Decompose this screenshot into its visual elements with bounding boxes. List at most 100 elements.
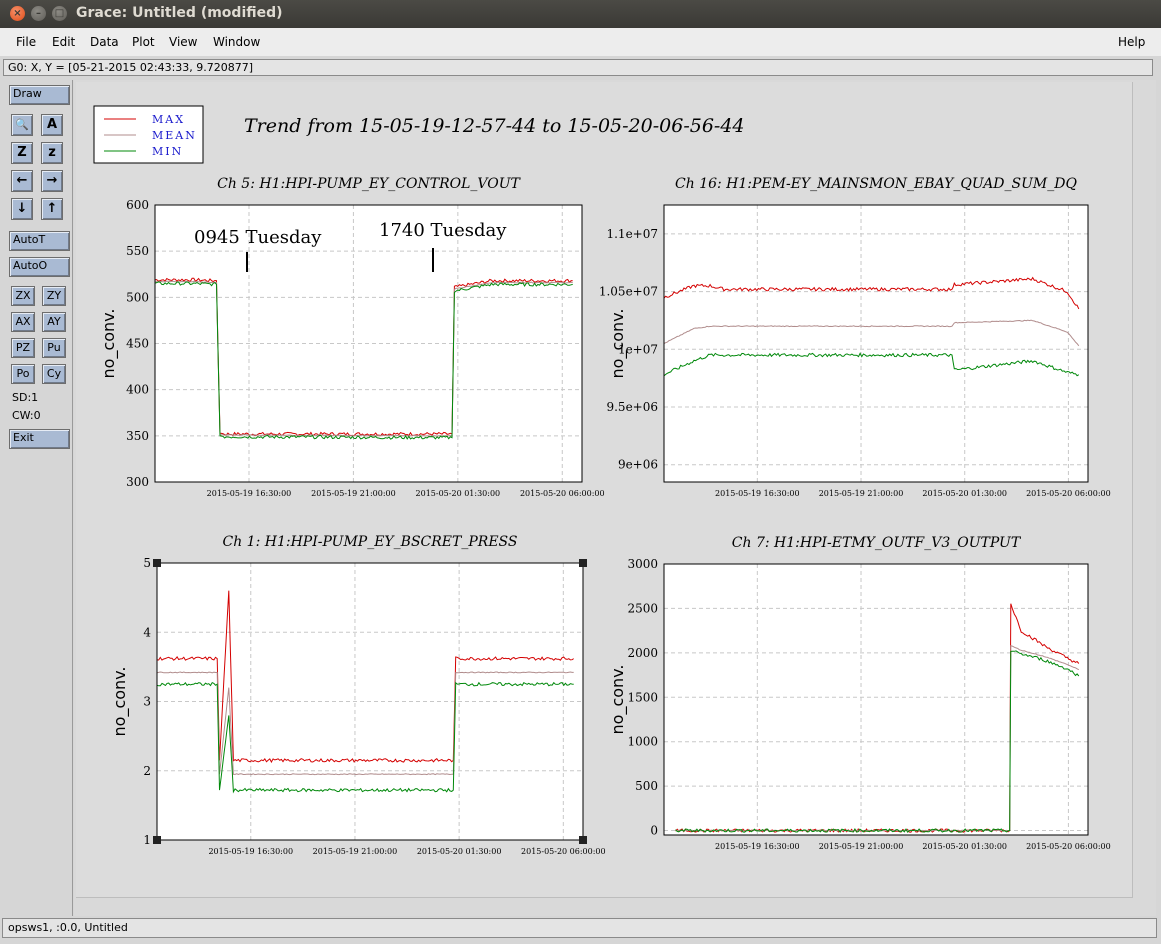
legend-label-min: MIN (152, 145, 183, 158)
arrow-down-icon: ↓ (16, 201, 28, 216)
chart-title: Ch 7: H1:HPI-ETMY_OUTF_V3_OUTPUT (732, 535, 1022, 551)
x-tick-label: 2015-05-19 21:00:00 (819, 842, 904, 851)
locator-status: G0: X, Y = [05-21-2015 02:43:33, 9.72087… (3, 59, 1153, 76)
legend: MAX MEAN MIN (93, 105, 204, 164)
pu-button[interactable]: Pu (42, 338, 66, 358)
x-tick-label: 2015-05-19 21:00:00 (819, 489, 904, 498)
menu-data[interactable]: Data (90, 35, 119, 49)
selection-handle[interactable] (579, 836, 587, 844)
x-tick-label: 2015-05-20 01:30:00 (922, 842, 1007, 851)
minimize-window-button[interactable]: – (31, 6, 46, 21)
x-tick-label: 2015-05-20 06:00:00 (1026, 489, 1111, 498)
menu-plot[interactable]: Plot (132, 35, 155, 49)
cy-button[interactable]: Cy (42, 364, 66, 384)
zoom-button[interactable]: 🔍 (11, 114, 33, 136)
zoom-in-icon: Z (17, 145, 27, 160)
selection-handle[interactable] (153, 836, 161, 844)
x-tick-label: 2015-05-19 16:30:00 (715, 489, 800, 498)
chart-4[interactable]: 0 500 1000 1500 2000 2500 3000 2015-05-19 16:30… (608, 535, 1111, 851)
y-tick-label: 500 (126, 290, 149, 304)
autot-button[interactable]: AutoT (9, 231, 70, 251)
autoo-button[interactable]: AutoO (9, 257, 70, 277)
legend-label-mean: MEAN (152, 129, 197, 142)
chart-title: Ch 1: H1:HPI-PUMP_EY_BSCRET_PRESS (223, 534, 518, 550)
plot-canvas[interactable]: MAX MEAN MIN Trend from 15-05-19-12-57-4… (76, 82, 1133, 898)
zoom-out-button[interactable]: z (41, 142, 63, 164)
scroll-left-button[interactable]: ← (11, 170, 33, 192)
menu-file[interactable]: File (16, 35, 36, 49)
y-tick-label: 400 (126, 383, 149, 397)
chart-background (664, 205, 1088, 482)
scroll-down-button[interactable]: ↓ (11, 198, 33, 220)
autoscale-text-icon: A (46, 117, 58, 132)
menu-window[interactable]: Window (213, 35, 260, 49)
arrow-right-icon: → (46, 173, 58, 188)
scroll-up-button[interactable]: ↑ (41, 198, 63, 220)
selection-handle[interactable] (153, 559, 161, 567)
draw-button[interactable]: Draw (9, 85, 70, 105)
scroll-right-button[interactable]: → (41, 170, 63, 192)
chart-background (664, 564, 1088, 835)
cw-indicator: CW:0 (12, 409, 41, 422)
maximize-icon: □ (54, 8, 65, 19)
y-axis-label: no_conv. (608, 309, 628, 379)
y-tick-label: 5 (143, 556, 151, 570)
window-status: opsws1, :0.0, Untitled (2, 918, 1157, 938)
selection-handle[interactable] (579, 559, 587, 567)
y-tick-label: 300 (126, 475, 149, 489)
zy-button[interactable]: ZY (42, 286, 66, 306)
y-tick-label: 2 (143, 764, 151, 778)
x-tick-label: 2015-05-19 16:30:00 (207, 489, 292, 498)
close-window-button[interactable]: × (10, 6, 25, 21)
chart-2[interactable]: 9e+069.5e+061e+071.05e+071.1e+072015-05-… (599, 176, 1111, 498)
y-axis-label: no_conv. (608, 665, 628, 735)
chart-title: Ch 16: H1:PEM-EY_MAINSMON_EBAY_QUAD_SUM_… (675, 176, 1077, 192)
x-tick-label: 2015-05-20 06:00:00 (521, 847, 606, 856)
plot-svg: MAX MEAN MIN Trend from 15-05-19-12-57-4… (93, 105, 1111, 856)
exit-button[interactable]: Exit (9, 429, 70, 449)
x-tick-label: 2015-05-19 16:30:00 (715, 842, 800, 851)
zoom-in-button[interactable]: Z (11, 142, 33, 164)
menu-view[interactable]: View (169, 35, 197, 49)
y-tick-label: 1000 (627, 735, 658, 749)
y-tick-label: 1.05e+07 (599, 285, 658, 299)
x-tick-label: 2015-05-19 16:30:00 (208, 847, 293, 856)
annotation-0945: 0945 Tuesday (194, 227, 322, 248)
y-tick-label: 3000 (627, 557, 658, 571)
menu-bar: File Edit Data Plot View Window Help (0, 28, 1161, 56)
x-tick-label: 2015-05-20 06:00:00 (1026, 842, 1111, 851)
autoscale-text-button[interactable]: A (41, 114, 63, 136)
chart-1[interactable]: 300 350 400 450 500 550 600 2015-05-19 16:30:00… (99, 176, 605, 498)
ay-button[interactable]: AY (42, 312, 66, 332)
toolbar: Draw 🔍 A Z z ← → ↓ ↑ AutoT AutoO ZX ZY A… (2, 80, 73, 916)
y-tick-label: 600 (126, 198, 149, 212)
zx-button[interactable]: ZX (11, 286, 35, 306)
sd-indicator: SD:1 (12, 391, 39, 404)
plot-title: Trend from 15-05-19-12-57-44 to 15-05-20… (244, 115, 745, 137)
x-tick-label: 2015-05-19 21:00:00 (311, 489, 396, 498)
legend-label-max: MAX (152, 113, 185, 126)
y-tick-label: 2500 (627, 601, 658, 615)
zoom-icon: 🔍 (15, 118, 29, 131)
po-button[interactable]: Po (11, 364, 35, 384)
ax-button[interactable]: AX (11, 312, 35, 332)
maximize-window-button[interactable]: □ (52, 6, 67, 21)
y-tick-label: 0 (650, 824, 658, 838)
y-tick-label: 2000 (627, 646, 658, 660)
menu-help[interactable]: Help (1118, 35, 1145, 49)
y-tick-label: 1.1e+07 (606, 227, 658, 241)
arrow-left-icon: ← (16, 173, 28, 188)
pz-button[interactable]: PZ (11, 338, 35, 358)
y-axis-label: no_conv. (110, 667, 130, 737)
menu-edit[interactable]: Edit (52, 35, 75, 49)
chart-title: Ch 5: H1:HPI-PUMP_EY_CONTROL_VOUT (217, 176, 521, 192)
y-tick-label: 1 (143, 833, 151, 847)
y-tick-label: 500 (635, 779, 658, 793)
x-tick-label: 2015-05-20 01:30:00 (922, 489, 1007, 498)
charts: 3003504004505005506002015-05-19 16:30:00… (99, 176, 1111, 856)
chart-3[interactable]: 1 2 3 4 5 2015-05-19 16:30:00 2015-05-19 21:00… (110, 534, 606, 856)
y-tick-label: 4 (143, 625, 151, 639)
y-tick-label: 9e+06 (618, 458, 658, 472)
x-tick-label: 2015-05-20 06:00:00 (520, 489, 605, 498)
arrow-up-icon: ↑ (46, 201, 58, 216)
